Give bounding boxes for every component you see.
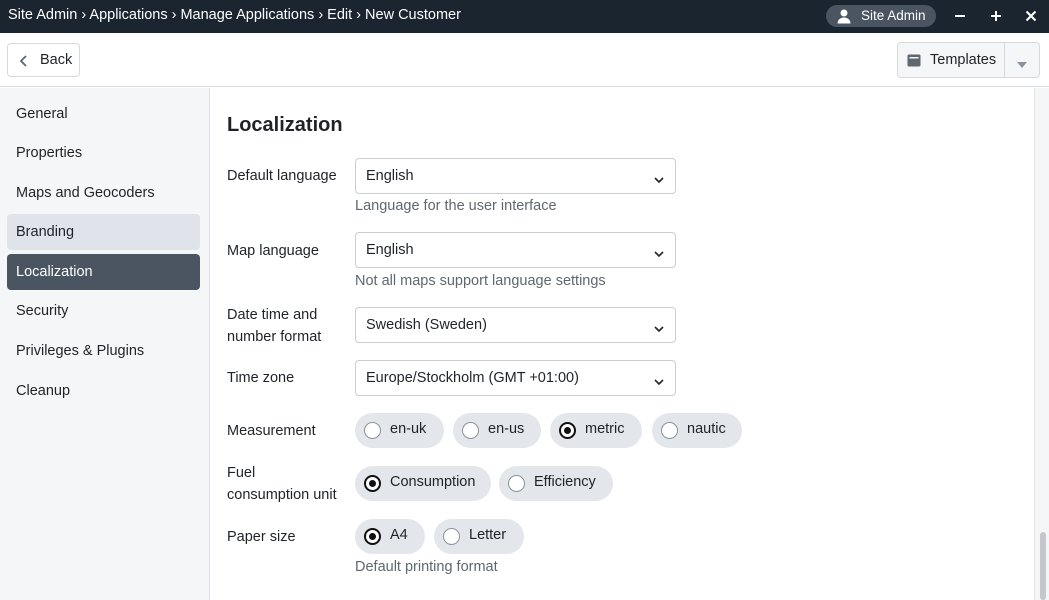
radio-circle-selected — [364, 528, 381, 545]
time-zone-value: Europe/Stockholm (GMT +01:00) — [366, 370, 579, 386]
fuel-unit-label: Fuel consumption unit — [227, 462, 347, 506]
radio-circle-selected — [559, 422, 576, 439]
measurement-label: Measurement — [227, 423, 316, 439]
sidebar-item-branding[interactable]: Branding — [7, 214, 200, 250]
radio-label: en-us — [488, 421, 525, 437]
fuel-option-consumption[interactable]: Consumption — [355, 466, 491, 501]
measurement-option-nautic[interactable]: nautic — [652, 413, 742, 448]
vertical-scrollbar[interactable] — [1034, 88, 1049, 600]
fuel-option-efficiency[interactable]: Efficiency — [499, 466, 613, 501]
default-language-value: English — [366, 168, 414, 184]
caret-down-icon[interactable] — [1016, 57, 1028, 73]
default-language-select[interactable]: English — [355, 158, 676, 194]
radio-label: Letter — [469, 527, 507, 543]
templates-button[interactable]: Templates — [897, 42, 1040, 78]
radio-label: en-uk — [390, 421, 427, 437]
chevron-down-icon — [654, 172, 664, 188]
radio-circle — [661, 422, 678, 439]
chevron-down-icon — [654, 321, 664, 337]
settings-panel: Localization Default language English La… — [210, 88, 1034, 600]
close-icon — [1021, 6, 1041, 26]
radio-circle — [508, 475, 525, 492]
chevron-down-icon — [654, 246, 664, 262]
date-format-value: Swedish (Sweden) — [366, 317, 487, 333]
chevron-left-icon — [19, 54, 29, 72]
default-language-helper: Language for the user interface — [355, 198, 557, 214]
plus-icon — [986, 6, 1006, 26]
radio-label: nautic — [687, 421, 726, 437]
date-format-select[interactable]: Swedish (Sweden) — [355, 307, 676, 343]
paper-size-label: Paper size — [227, 529, 296, 545]
template-icon — [907, 54, 921, 71]
radio-label: metric — [585, 421, 625, 437]
chevron-down-icon — [654, 374, 664, 390]
paper-option-a4[interactable]: A4 — [355, 519, 425, 554]
sidebar-item-label: Localization — [16, 264, 93, 280]
radio-circle — [364, 422, 381, 439]
radio-circle-selected — [364, 475, 381, 492]
sidebar: General Properties Maps and Geocoders Br… — [0, 88, 210, 600]
radio-label: Consumption — [390, 474, 476, 490]
sidebar-item-label: Maps and Geocoders — [16, 185, 155, 201]
radio-label: Efficiency — [534, 474, 596, 490]
sidebar-item-cleanup[interactable]: Cleanup — [7, 373, 200, 409]
sidebar-item-localization[interactable]: Localization — [7, 254, 200, 290]
user-icon — [836, 8, 852, 24]
sidebar-item-label: Privileges & Plugins — [16, 343, 145, 359]
scrollbar-thumb[interactable] — [1040, 532, 1046, 600]
paper-option-letter[interactable]: Letter — [434, 519, 524, 554]
date-format-label-line1: Date time and — [227, 307, 318, 323]
radio-circle — [443, 528, 460, 545]
maximize-button[interactable] — [986, 6, 1006, 26]
title-bar: Site Admin › Applications › Manage Appli… — [0, 0, 1049, 33]
back-button[interactable]: Back — [7, 43, 80, 77]
map-language-label: Map language — [227, 243, 319, 259]
measurement-option-en-us[interactable]: en-us — [453, 413, 541, 448]
date-format-label-line2: number format — [227, 329, 322, 345]
templates-label: Templates — [930, 52, 997, 68]
minimize-icon — [950, 6, 970, 26]
fuel-unit-label-line2: consumption unit — [227, 487, 337, 503]
button-divider — [1004, 43, 1005, 77]
time-zone-label: Time zone — [227, 370, 295, 386]
map-language-value: English — [366, 242, 414, 258]
sidebar-item-properties[interactable]: Properties — [7, 135, 200, 171]
fuel-unit-label-line1: Fuel — [227, 465, 256, 481]
toolbar: Back Templates — [0, 33, 1049, 87]
map-language-helper: Not all maps support language settings — [355, 273, 606, 289]
sidebar-item-label: Cleanup — [16, 383, 71, 399]
back-label: Back — [40, 52, 73, 68]
sidebar-item-privileges-plugins[interactable]: Privileges & Plugins — [7, 333, 200, 369]
paper-size-helper: Default printing format — [355, 559, 498, 575]
minimize-button[interactable] — [950, 6, 970, 26]
default-language-label: Default language — [227, 168, 337, 184]
sidebar-item-label: Properties — [16, 145, 83, 161]
date-format-label: Date time and number format — [227, 304, 347, 348]
page-title: Localization — [227, 114, 343, 136]
radio-circle — [462, 422, 479, 439]
sidebar-item-label: Branding — [16, 224, 75, 240]
sidebar-item-label: Security — [16, 303, 69, 319]
user-name: Site Admin — [861, 8, 926, 23]
user-menu-button[interactable]: Site Admin — [826, 5, 936, 27]
sidebar-item-label: General — [16, 106, 68, 122]
sidebar-item-general[interactable]: General — [7, 96, 200, 132]
measurement-option-metric[interactable]: metric — [550, 413, 642, 448]
map-language-select[interactable]: English — [355, 232, 676, 268]
close-button[interactable] — [1021, 6, 1041, 26]
time-zone-select[interactable]: Europe/Stockholm (GMT +01:00) — [355, 360, 676, 396]
measurement-option-en-uk[interactable]: en-uk — [355, 413, 444, 448]
sidebar-item-security[interactable]: Security — [7, 293, 200, 329]
sidebar-item-maps-and-geocoders[interactable]: Maps and Geocoders — [7, 175, 200, 211]
breadcrumb: Site Admin › Applications › Manage Appli… — [8, 7, 461, 23]
radio-label: A4 — [390, 527, 408, 543]
